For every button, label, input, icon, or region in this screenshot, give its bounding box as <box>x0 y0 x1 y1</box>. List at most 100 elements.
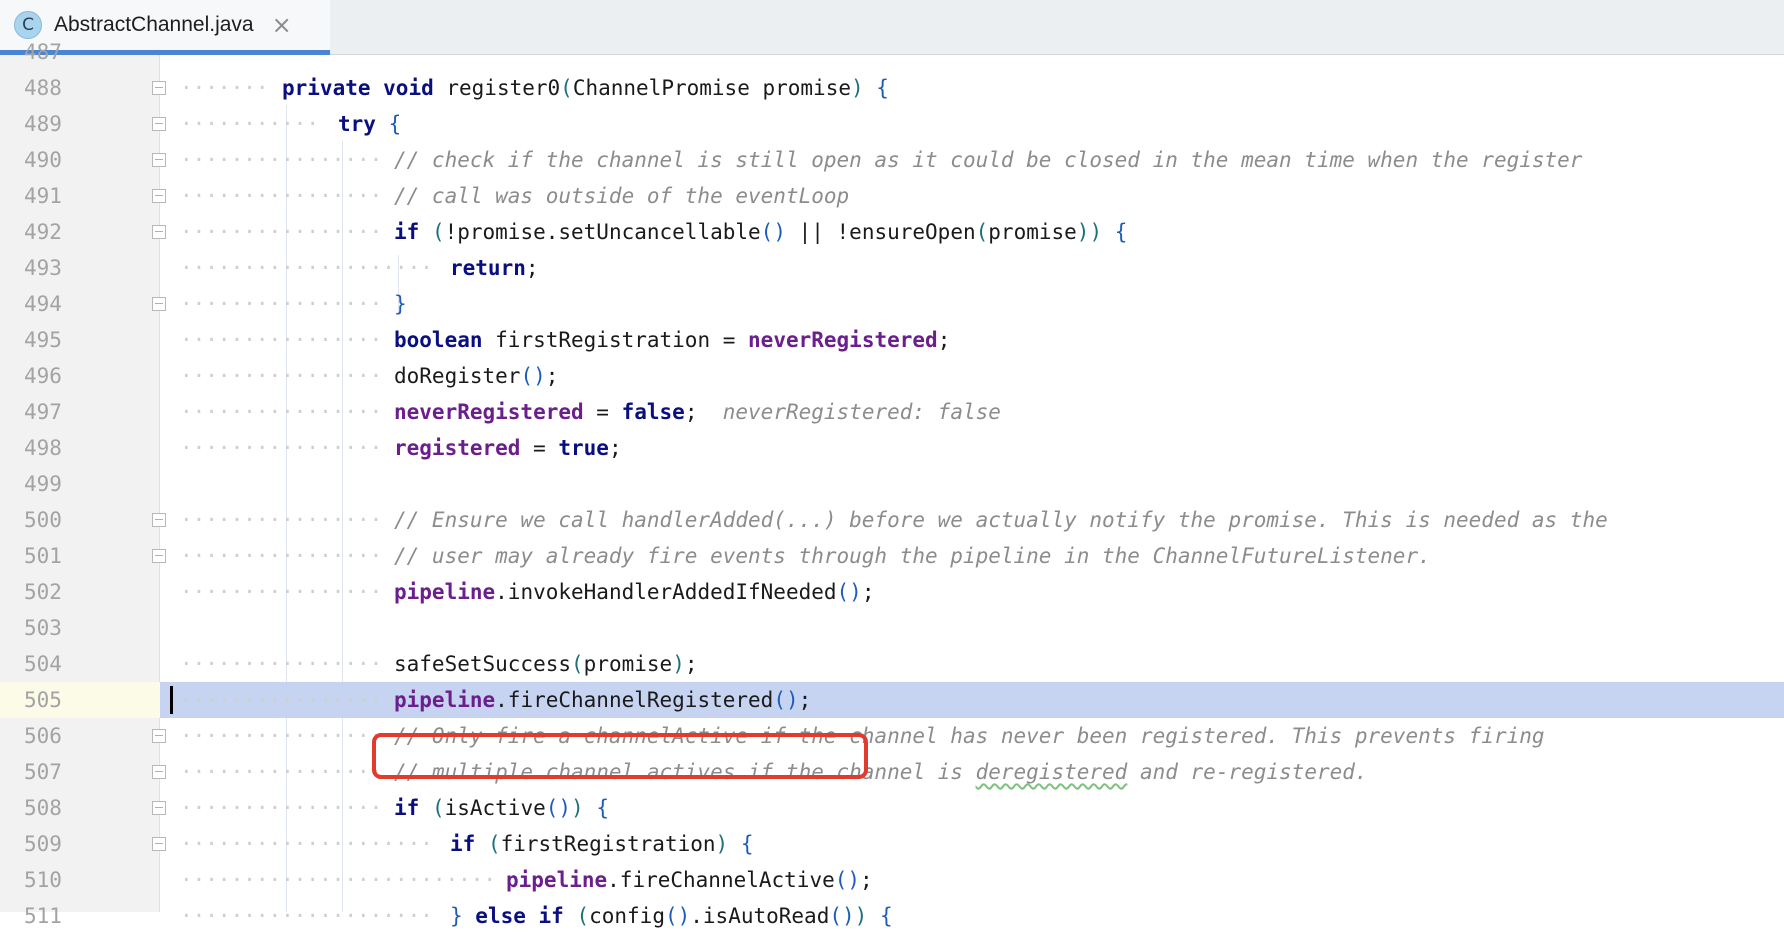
line-number: 497 <box>24 400 62 424</box>
whitespace-dots: ················ <box>180 436 383 460</box>
line-number: 496 <box>24 364 62 388</box>
fold-marker-icon[interactable] <box>152 81 166 95</box>
code-text: neverRegistered = false; neverRegistered… <box>394 400 1001 424</box>
code-text: boolean firstRegistration = neverRegiste… <box>394 328 951 352</box>
code-line[interactable]: 502 ················ pipeline.invokeHandle… <box>0 574 1784 610</box>
code-text: if (firstRegistration) { <box>450 832 754 856</box>
code-line[interactable]: 504 ················ safeSetSuccess(promis… <box>0 646 1784 682</box>
whitespace-dots: ················ <box>180 328 383 352</box>
fold-marker-icon[interactable] <box>152 513 166 527</box>
code-text: return; <box>450 256 539 280</box>
code-line[interactable]: 511 ···················· } else if (config… <box>0 898 1784 934</box>
code-text: pipeline.fireChannelRegistered(); <box>394 688 812 712</box>
line-number: 510 <box>24 868 62 892</box>
line-number: 501 <box>24 544 62 568</box>
line-number: 489 <box>24 112 62 136</box>
line-number: 505 <box>0 682 160 718</box>
code-line[interactable]: 498 ················ registered = true; <box>0 430 1784 466</box>
whitespace-dots: ···················· <box>180 832 433 856</box>
code-line[interactable]: 491 ················ // call was outside o… <box>0 178 1784 214</box>
line-number: 502 <box>24 580 62 604</box>
code-text: pipeline.invokeHandlerAddedIfNeeded(); <box>394 580 875 604</box>
code-line[interactable]: 505 ················ pipeline.fireChannelR… <box>0 682 1784 718</box>
whitespace-dots: ················ <box>180 292 383 316</box>
code-line[interactable]: 495 ················ boolean firstRegistra… <box>0 322 1784 358</box>
code-line[interactable]: 497 ················ neverRegistered = fal… <box>0 394 1784 430</box>
line-number: 504 <box>24 652 62 676</box>
code-text: } else if (config().isAutoRead()) { <box>450 904 893 928</box>
whitespace-dots: ················ <box>180 652 383 676</box>
whitespace-dots: ················ <box>180 400 383 424</box>
whitespace-dots: ················ <box>180 580 383 604</box>
whitespace-dots: ················ <box>180 364 383 388</box>
fold-marker-icon[interactable] <box>152 117 166 131</box>
code-line[interactable]: 508 ················ if (isActive()) { <box>0 790 1784 826</box>
code-text: private void register0(ChannelPromise pr… <box>282 76 889 100</box>
whitespace-dots: ··········· <box>180 112 320 136</box>
highlight-annotation-box <box>372 733 868 779</box>
fold-marker-icon[interactable] <box>152 765 166 779</box>
code-line[interactable]: 492 ················ if (!promise.setUncan… <box>0 214 1784 250</box>
code-text: // call was outside of the eventLoop <box>394 184 850 208</box>
line-number: 488 <box>24 76 62 100</box>
line-number: 500 <box>24 508 62 532</box>
whitespace-dots: ················ <box>180 220 383 244</box>
code-line[interactable]: 489 ··········· try { <box>0 106 1784 142</box>
code-line[interactable]: 507 ················// multiple channel a… <box>0 754 1784 790</box>
line-number: 506 <box>24 724 62 748</box>
whitespace-dots: ················ <box>180 796 383 820</box>
whitespace-dots: ················ <box>180 760 383 784</box>
whitespace-dots: ················ <box>180 688 383 712</box>
code-line[interactable]: 496 ················ doRegister(); <box>0 358 1784 394</box>
code-text: safeSetSuccess(promise); <box>394 652 698 676</box>
line-number: 509 <box>24 832 62 856</box>
code-line[interactable]: 500 ················ // Ensure we call han… <box>0 502 1784 538</box>
fold-marker-icon[interactable] <box>152 153 166 167</box>
code-line[interactable]: 494 ················} <box>0 286 1784 322</box>
line-number: 492 <box>24 220 62 244</box>
line-number: 508 <box>24 796 62 820</box>
code-line[interactable]: 501 ················ // user may already f… <box>0 538 1784 574</box>
line-number: 493 <box>24 256 62 280</box>
fold-marker-icon[interactable] <box>152 729 166 743</box>
code-editor[interactable]: 487 488 ······· private void register0(Chan… <box>0 40 1784 928</box>
whitespace-dots: ················ <box>180 184 383 208</box>
code-text: if (isActive()) { <box>394 796 610 820</box>
fold-marker-icon[interactable] <box>152 801 166 815</box>
line-number: 487 <box>24 40 62 64</box>
code-text: pipeline.fireChannelActive(); <box>506 868 873 892</box>
whitespace-dots: ······· <box>180 76 269 100</box>
whitespace-dots: ················ <box>180 724 383 748</box>
code-line[interactable]: 503 <box>0 610 1784 646</box>
line-number: 503 <box>24 616 62 640</box>
line-number: 495 <box>24 328 62 352</box>
code-line[interactable]: 510 ························· pipeline.fir… <box>0 862 1784 898</box>
whitespace-dots: ························· <box>180 868 497 892</box>
code-line[interactable]: 490 ················ // check if the chann… <box>0 142 1784 178</box>
fold-marker-icon[interactable] <box>152 549 166 563</box>
code-line[interactable]: 487 <box>0 34 1784 70</box>
line-number: 494 <box>24 292 62 316</box>
line-number: 511 <box>24 904 62 928</box>
code-line[interactable]: 509 ···················· if (firstRegistra… <box>0 826 1784 862</box>
code-text: // Ensure we call handlerAdded(...) befo… <box>394 508 1608 532</box>
code-text: try { <box>338 112 402 136</box>
line-number: 507 <box>24 760 62 784</box>
code-line[interactable]: 506 ················// Only fire a channe… <box>0 718 1784 754</box>
line-number: 499 <box>24 472 62 496</box>
code-line[interactable]: 499 <box>0 466 1784 502</box>
fold-marker-icon[interactable] <box>152 189 166 203</box>
line-number: 490 <box>24 148 62 172</box>
fold-marker-icon[interactable] <box>152 225 166 239</box>
whitespace-dots: ···················· <box>180 904 433 928</box>
code-line[interactable]: 493 ···················· return; <box>0 250 1784 286</box>
whitespace-dots: ···················· <box>180 256 433 280</box>
code-text: registered = true; <box>394 436 622 460</box>
code-text: doRegister(); <box>394 364 559 388</box>
line-number: 491 <box>24 184 62 208</box>
fold-marker-icon[interactable] <box>152 837 166 851</box>
code-line[interactable]: 488 ······· private void register0(Channel… <box>0 70 1784 106</box>
whitespace-dots: ················ <box>180 148 383 172</box>
fold-marker-icon[interactable] <box>152 297 166 311</box>
code-text: } <box>394 292 407 316</box>
